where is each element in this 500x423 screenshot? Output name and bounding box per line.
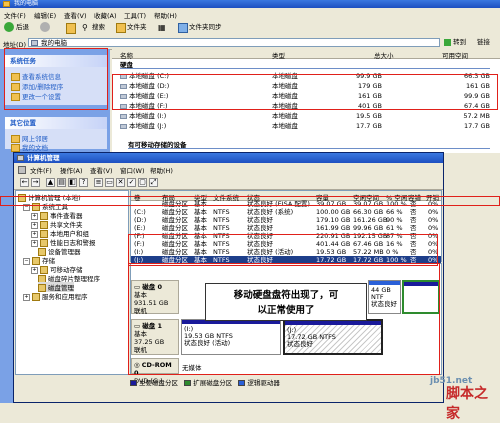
view-icon[interactable]: ▦: [158, 22, 166, 33]
back-button[interactable]: 后退: [16, 22, 29, 33]
expand-icon: +: [31, 266, 38, 274]
back-arrow-icon[interactable]: ←: [20, 178, 29, 187]
cm-title: 计算机管理: [27, 154, 60, 162]
up-icon[interactable]: ▲: [46, 178, 55, 187]
disk-icon[interactable]: ▭: [105, 178, 114, 187]
legend: 主要磁盘分区 扩展磁盘分区 逻辑驱动器: [130, 377, 442, 387]
computer-icon: [31, 40, 38, 46]
links-button[interactable]: 链接: [477, 38, 490, 47]
open-icon[interactable]: ▢: [138, 178, 147, 187]
search-button[interactable]: 搜索: [92, 22, 105, 33]
back-icon[interactable]: [4, 22, 14, 32]
help-icon[interactable]: ?: [79, 178, 88, 187]
other-places-title[interactable]: 其它位置: [5, 117, 107, 129]
highlight-box: [112, 74, 498, 110]
tree-node-services-apps[interactable]: + 服务和应用程序: [23, 291, 88, 301]
col-free[interactable]: 可用空间: [442, 50, 468, 60]
legend-extended: 扩展磁盘分区: [184, 379, 232, 387]
highlight-box: [128, 234, 438, 266]
watermark-brand: 脚本之家: [446, 386, 488, 422]
list-icon[interactable]: ≡: [94, 178, 103, 187]
forward-arrow-icon[interactable]: →: [31, 178, 40, 187]
computer-icon: [3, 1, 10, 7]
cm-menu-view[interactable]: 查看(V): [90, 165, 113, 175]
folders-icon: [116, 23, 126, 33]
address-value: 我的电脑: [41, 39, 67, 47]
cm-menu-help[interactable]: 帮助(H): [150, 165, 173, 175]
drive-row[interactable]: 本地磁盘 (I:) 本地磁盘 19.5 GB 57.2 MB: [120, 112, 490, 121]
shortcut-icon[interactable]: ⤢: [149, 178, 158, 187]
go-label: 转到: [453, 38, 467, 46]
check-icon[interactable]: ✓: [127, 178, 136, 187]
up-folder-icon[interactable]: [66, 23, 76, 34]
group-divider: [120, 68, 490, 69]
annotation-callout: 移动硬盘盘符出现了，可 以正常使用了: [205, 283, 367, 321]
cm-system-icon[interactable]: [18, 166, 26, 174]
drive-row[interactable]: 本地磁盘 (J:) 本地磁盘 17.7 GB 17.7 GB: [120, 122, 490, 131]
documents-icon: [11, 144, 20, 152]
legend-logical: 逻辑驱动器: [238, 379, 280, 387]
group-divider: [128, 148, 490, 149]
col-type[interactable]: 类型: [272, 50, 285, 60]
expand-icon: +: [31, 239, 38, 247]
highlight-box: [0, 196, 500, 206]
place-my-documents[interactable]: 我的文档: [11, 142, 48, 152]
folders-button[interactable]: 文件夹: [127, 22, 147, 33]
legend-primary: 主要磁盘分区: [130, 379, 178, 387]
cm-menu-action[interactable]: 操作(A): [60, 165, 83, 175]
cm-title-bar: 计算机管理: [14, 153, 443, 163]
cm-menu-file[interactable]: 文件(F): [30, 165, 52, 175]
expand-icon: +: [23, 293, 30, 301]
services-icon: [32, 293, 40, 301]
drive-list-header: 名称 类型 总大小 可用空间: [112, 49, 500, 60]
search-icon: ⚲: [82, 23, 88, 32]
computer-management-icon: [17, 155, 24, 161]
tree-toggle-icon[interactable]: ▤: [57, 178, 66, 187]
go-button[interactable]: 转到: [444, 38, 474, 47]
folder-sync-icon: [178, 23, 188, 33]
address-input[interactable]: 我的电脑: [28, 38, 440, 47]
explorer-toolbar: 后退 ⚲ 搜索 文件夹 ▦ 文件夹同步: [0, 19, 500, 37]
go-arrow-icon: [444, 38, 451, 46]
delete-icon[interactable]: ✕: [116, 178, 125, 187]
explorer-title-bar: 我的电脑: [0, 0, 500, 8]
folder-sync-button[interactable]: 文件夹同步: [189, 22, 222, 33]
highlight-box: [4, 48, 108, 110]
cm-menu-bar: 文件(F) 操作(A) 查看(V) 窗口(W) 帮助(H): [14, 163, 443, 175]
col-total[interactable]: 总大小: [374, 50, 394, 60]
cm-menu-window[interactable]: 窗口(W): [120, 165, 145, 175]
collapse-icon: −: [23, 257, 30, 265]
properties-icon[interactable]: ◧: [68, 178, 77, 187]
other-places-panel: 其它位置 网上邻居 我的文档: [5, 117, 107, 152]
forward-icon[interactable]: [40, 22, 50, 32]
explorer-title: 我的电脑: [14, 0, 39, 7]
